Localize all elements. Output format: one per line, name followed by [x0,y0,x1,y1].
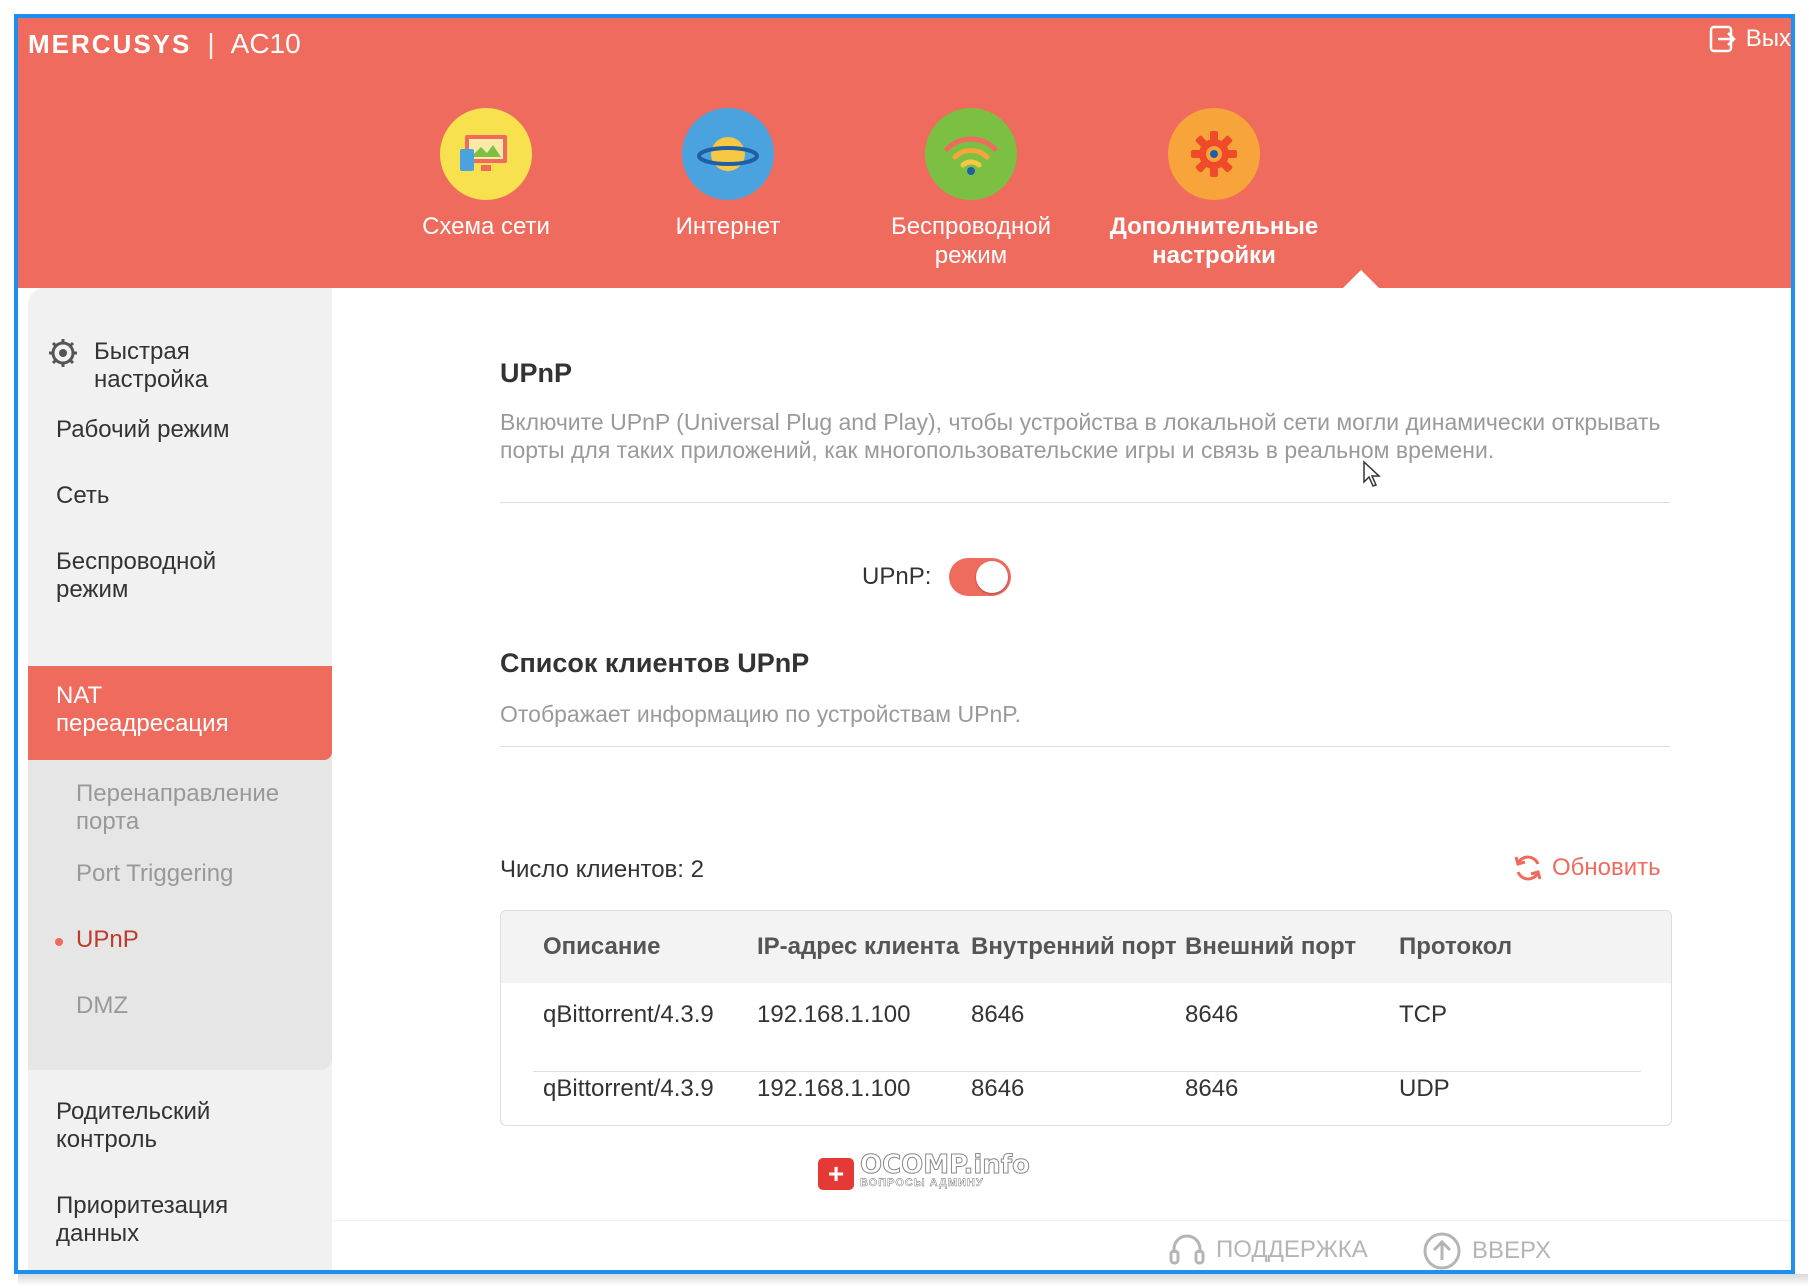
nav-label: Интернет [675,213,781,240]
sidebar-item-quick-setup[interactable]: Быстрая настройка [28,326,332,393]
column-header: Внутренний порт [971,933,1177,960]
window-shadow [18,1274,1808,1286]
sidebar-item-label: Родительский контроль [56,1098,211,1153]
client-count: Число клиентов: 2 [500,856,704,883]
clients-title: Список клиентов UPnP [500,648,810,678]
upnp-description: Включите UPnP (Universal Plug and Play),… [500,409,1661,463]
table-cell: UDP [1399,1075,1450,1102]
upnp-toggle-row: UPnP: [862,558,1012,596]
back-to-top-link[interactable]: ВВЕРХ [1422,1231,1551,1270]
table-cell: 192.168.1.100 [757,1075,911,1102]
nav-network-map[interactable]: Схема сети [376,108,596,241]
sidebar-item-label: Беспроводной режим [56,548,217,603]
support-link[interactable]: ПОДДЕРЖКА [1168,1231,1368,1269]
gear-icon [1168,108,1260,200]
ocomp-watermark: + OCOMP.info ВОПРОСЫ АДМИНУ [818,1150,1031,1192]
sidebar-item-parental-control[interactable]: Родительский контроль [28,1098,332,1158]
sidebar-item-label: Приоритезация данных [56,1192,229,1247]
model-name: AC10 [230,28,301,59]
sidebar-item-label: Рабочий режим [56,416,230,443]
column-header: Протокол [1399,933,1513,960]
network-map-icon [440,108,532,200]
table-cell: 8646 [971,1001,1025,1028]
table-header: Описание IP-адрес клиента Внутренний пор… [501,911,1671,983]
sidebar-item-nat[interactable]: NAT переадресация [28,666,332,760]
sidebar-subitem-upnp[interactable]: UPnP [55,926,139,954]
watermark-main: OCOMP.info [860,1150,1031,1180]
table-cell: 8646 [1185,1075,1239,1102]
planet-icon [682,108,774,200]
current-item-dot [55,938,63,946]
column-header: Описание [543,933,661,960]
footer: ПОДДЕРЖКА ВВЕРХ [332,1220,1791,1270]
divider [500,502,1670,503]
table-cell: 192.168.1.100 [757,1001,911,1028]
mouse-cursor-icon [1363,460,1381,487]
toggle-knob [976,561,1009,593]
brand-logo: MERCUSYS [28,28,192,59]
upnp-title: UPnP [500,358,573,388]
upnp-toggle-label: UPnP: [862,563,932,590]
sidebar-item-qos[interactable]: Приоритезация данных [28,1192,332,1252]
sidebar: Быстрая настройка Рабочий режим Сеть Бес… [28,288,332,1270]
router-admin-window: MERCUSYS | AC10 Вых Схема сети Интернет … [14,14,1795,1274]
gear-icon [49,339,77,367]
sidebar-item-label: Сеть [56,482,110,509]
clients-description: Отображает информацию по устройствам UPn… [500,701,1022,727]
refresh-label: Обновить [1552,854,1661,881]
table-cell: 8646 [971,1075,1025,1102]
sidebar-item-label: Быстрая настройка [94,338,209,393]
refresh-button[interactable]: Обновить [1512,852,1661,884]
top-header: MERCUSYS | AC10 Вых Схема сети Интернет … [18,18,1791,288]
table-cell: 8646 [1185,1001,1239,1028]
nav-label: Схема сети [422,213,550,240]
sidebar-subitem-port-forwarding[interactable]: Перенаправление порта [76,780,316,836]
nav-wireless[interactable]: Беспроводной режим [861,108,1081,270]
column-header: IP-адрес клиента [757,933,960,960]
sidebar-subitem-port-triggering[interactable]: Port Triggering [76,860,233,888]
logout-label: Вых [1745,25,1791,52]
active-tab-caret [1343,270,1379,288]
divider [500,746,1670,747]
refresh-icon [1514,855,1542,881]
logout-icon [1709,25,1736,53]
sidebar-item-network[interactable]: Сеть [28,476,332,516]
support-label: ПОДДЕРЖКА [1216,1236,1368,1263]
nav-label: Дополнительные настройки [1109,213,1319,269]
table-cell: qBittorrent/4.3.9 [543,1001,714,1028]
nav-label: Беспроводной режим [890,213,1052,269]
arrow-up-icon [1423,1232,1461,1270]
sidebar-subitem-label: UPnP [76,926,139,953]
upnp-clients-table: Описание IP-адрес клиента Внутренний пор… [500,910,1672,1126]
logout-button[interactable]: Вых [1708,24,1791,54]
column-header: Внешний порт [1185,933,1357,960]
sidebar-item-wireless[interactable]: Беспроводной режим [28,542,332,612]
row-divider [533,1071,1641,1072]
main-content: UPnP Включите UPnP (Universal Plug and P… [332,288,1791,1220]
table-cell: TCP [1399,1001,1447,1028]
sidebar-item-work-mode[interactable]: Рабочий режим [28,410,332,450]
nav-internet[interactable]: Интернет [618,108,838,241]
upnp-toggle[interactable] [949,558,1012,596]
headset-icon [1169,1234,1205,1265]
table-cell: qBittorrent/4.3.9 [543,1075,714,1102]
nav-advanced[interactable]: Дополнительные настройки [1104,108,1324,270]
sidebar-subitem-dmz[interactable]: DMZ [76,992,128,1020]
brand: MERCUSYS | AC10 [28,28,301,59]
first-aid-icon: + [818,1158,854,1190]
top-label: ВВЕРХ [1472,1237,1551,1264]
wifi-icon [925,108,1017,200]
sidebar-item-label: NAT переадресация [56,682,229,737]
